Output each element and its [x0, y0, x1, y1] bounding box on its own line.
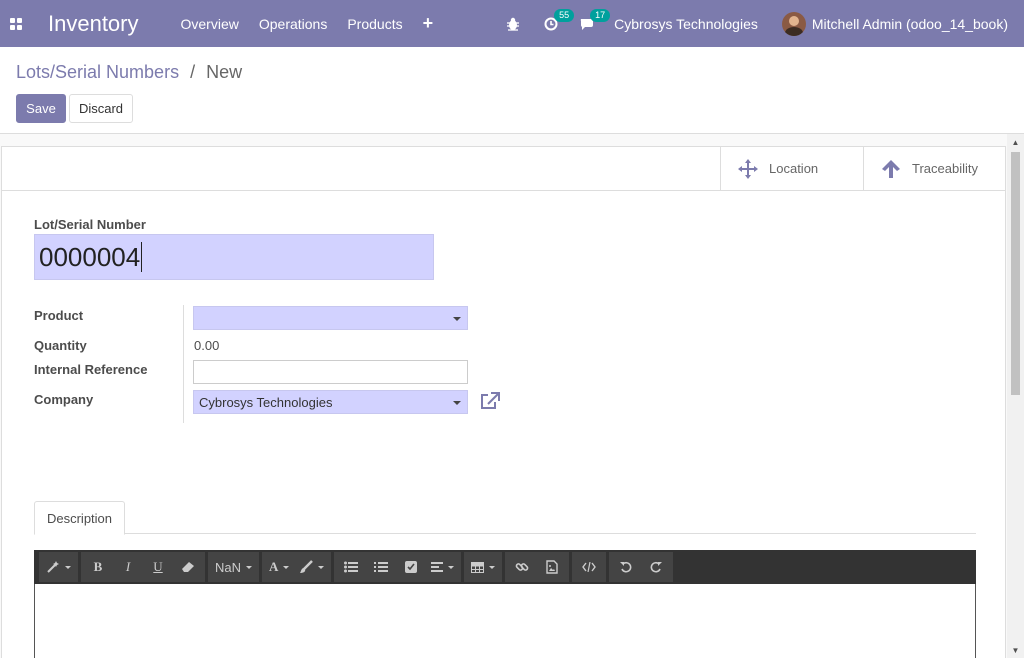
- toolbar-style-group: [39, 552, 78, 582]
- external-link-icon[interactable]: [480, 392, 500, 413]
- app-menu: Overview Operations Products +: [181, 13, 434, 34]
- chevron-down-icon: [453, 401, 461, 405]
- lot-serial-input[interactable]: 0000004: [34, 234, 434, 280]
- align-dropdown[interactable]: [426, 552, 459, 582]
- activity-clock-icon[interactable]: 55: [544, 8, 575, 31]
- user-menu[interactable]: Mitchell Admin (odoo_14_book): [781, 11, 1008, 36]
- traceability-label: Traceability: [912, 161, 978, 176]
- arrows-move-icon: [738, 158, 758, 179]
- toolbar-code-group: [572, 552, 607, 582]
- toolbar-font-group: B I U: [81, 552, 205, 582]
- underline-button[interactable]: U: [143, 552, 173, 582]
- location-smart-button[interactable]: Location: [720, 147, 863, 190]
- breadcrumb-separator: /: [190, 62, 196, 82]
- description-editor[interactable]: [34, 584, 976, 658]
- location-label: Location: [769, 161, 819, 176]
- paintbrush-icon[interactable]: [294, 552, 329, 582]
- internal-reference-input[interactable]: [193, 360, 468, 384]
- apps-menu-icon[interactable]: [0, 0, 32, 47]
- underline-glyph: U: [153, 559, 163, 574]
- company-select[interactable]: Cybrosys Technologies: [193, 390, 468, 414]
- scroll-thumb[interactable]: [1011, 152, 1020, 395]
- app-name[interactable]: Inventory: [48, 11, 139, 37]
- toolbar-history-group: [609, 552, 674, 582]
- messages-icon[interactable]: 17: [580, 8, 611, 31]
- company-value: Cybrosys Technologies: [199, 394, 333, 410]
- chevron-down-icon: [453, 317, 461, 321]
- smart-button-box: Location Traceability: [2, 147, 1005, 191]
- internal-reference-label: Internal Reference: [34, 362, 148, 377]
- text-caret: [141, 242, 143, 272]
- bold-button[interactable]: B: [83, 552, 113, 582]
- company-switcher[interactable]: Cybrosys Technologies: [614, 16, 758, 32]
- numbered-list-icon[interactable]: [366, 552, 396, 582]
- debug-bug-icon[interactable]: [506, 17, 520, 31]
- image-icon[interactable]: [537, 552, 567, 582]
- toolbar-paragraph-group: [334, 552, 462, 582]
- italic-glyph: I: [125, 559, 131, 574]
- font-color-glyph: A: [269, 559, 279, 574]
- form-sheet: Location Traceability Lot/Serial Number …: [1, 146, 1006, 658]
- product-label: Product: [34, 308, 84, 323]
- breadcrumb-current: New: [206, 62, 243, 82]
- bold-glyph: B: [93, 559, 103, 574]
- font-color-dropdown[interactable]: A: [264, 552, 294, 582]
- scroll-up-arrow-icon[interactable]: ▲: [1007, 134, 1024, 150]
- font-size-dropdown[interactable]: NaN: [210, 552, 257, 582]
- code-view-icon[interactable]: [574, 552, 604, 582]
- toolbar-fontsize-group: NaN: [208, 552, 260, 582]
- breadcrumb-parent[interactable]: Lots/Serial Numbers: [16, 62, 179, 82]
- field-group-separator: [183, 305, 184, 423]
- lot-serial-label: Lot/Serial Number: [34, 217, 146, 232]
- toolbar-insert-group: [505, 552, 570, 582]
- toolbar-color-group: A: [262, 552, 332, 582]
- tab-description[interactable]: Description: [34, 501, 125, 535]
- traceability-smart-button[interactable]: Traceability: [863, 147, 1006, 190]
- quantity-value: 0.00: [194, 338, 220, 353]
- table-icon[interactable]: [466, 552, 500, 582]
- menu-overview[interactable]: Overview: [181, 16, 239, 32]
- eraser-icon[interactable]: [173, 552, 203, 582]
- form-view-content: Location Traceability Lot/Serial Number …: [0, 134, 1024, 658]
- user-name: Mitchell Admin (odoo_14_book): [811, 15, 1008, 32]
- product-select[interactable]: [193, 306, 468, 330]
- checklist-icon[interactable]: [396, 552, 426, 582]
- toolbar-table-group: [464, 552, 503, 582]
- discard-button[interactable]: Discard: [69, 94, 133, 123]
- menu-plus-icon[interactable]: +: [423, 13, 434, 34]
- arrow-up-icon: [882, 159, 900, 178]
- save-button[interactable]: Save: [16, 94, 66, 123]
- message-count-badge: 17: [590, 8, 611, 22]
- lot-serial-value: 0000004: [39, 241, 141, 272]
- html-editor-toolbar: B I U NaN A: [34, 550, 976, 584]
- company-label: Company: [34, 392, 94, 407]
- main-navbar: Inventory Overview Operations Products +…: [0, 0, 1024, 47]
- systray: 55 17 Cybrosys Technologies Mitchell Adm…: [506, 0, 1024, 47]
- notebook-tabs: Description: [34, 501, 976, 535]
- undo-icon[interactable]: [611, 552, 641, 582]
- breadcrumb: Lots/Serial Numbers / New: [16, 62, 242, 83]
- italic-button[interactable]: I: [113, 552, 143, 582]
- activity-count-badge: 55: [554, 8, 575, 22]
- menu-operations[interactable]: Operations: [259, 16, 327, 32]
- link-icon[interactable]: [507, 552, 537, 582]
- quantity-label: Quantity: [34, 338, 87, 353]
- user-avatar: [781, 11, 806, 36]
- bullet-list-icon[interactable]: [336, 552, 366, 582]
- menu-products[interactable]: Products: [347, 16, 402, 32]
- font-size-value: NaN: [215, 559, 242, 575]
- redo-icon[interactable]: [641, 552, 671, 582]
- control-panel: Lots/Serial Numbers / New Save Discard: [0, 47, 1024, 134]
- vertical-scrollbar[interactable]: ▲ ▼: [1007, 134, 1024, 658]
- magic-wand-icon[interactable]: [41, 552, 76, 582]
- scroll-down-arrow-icon[interactable]: ▼: [1007, 642, 1024, 658]
